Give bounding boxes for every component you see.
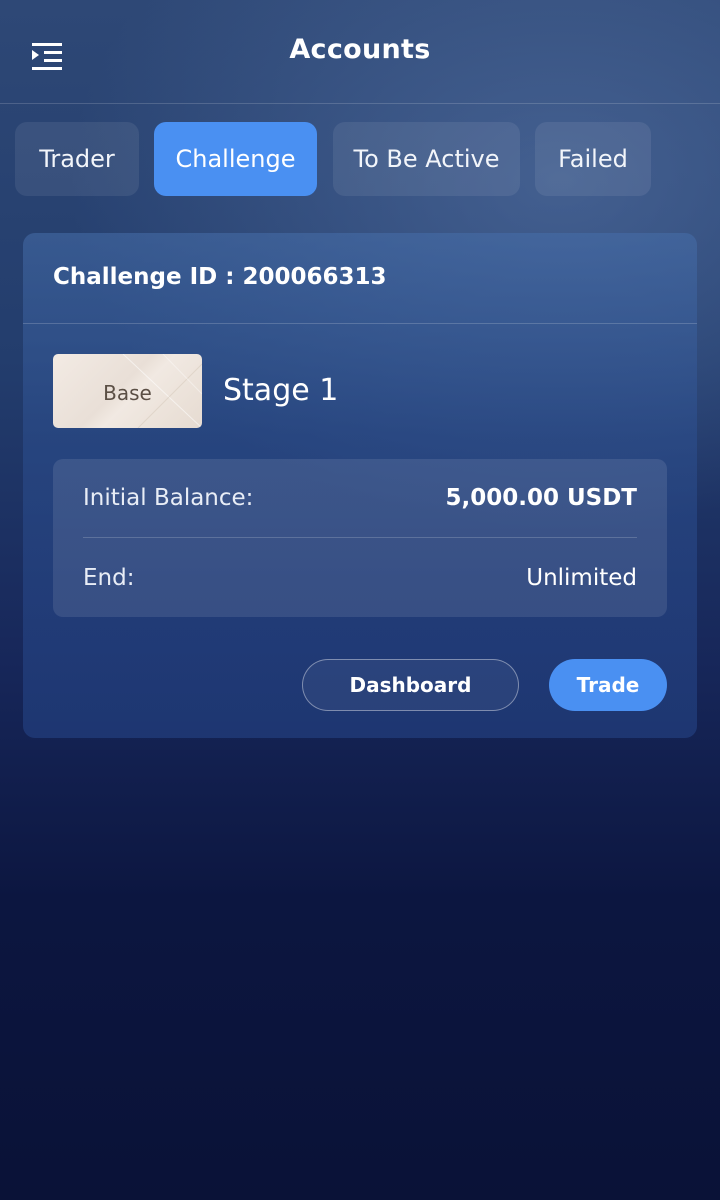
end-label: End: — [83, 564, 135, 591]
end-value: Unlimited — [526, 564, 637, 591]
tab-trader[interactable]: Trader — [15, 122, 139, 196]
info-row-end: End: Unlimited — [83, 538, 637, 617]
tab-to-be-active[interactable]: To Be Active — [333, 122, 520, 196]
challenge-id: Challenge ID : 200066313 — [53, 264, 387, 290]
dashboard-button[interactable]: Dashboard — [302, 659, 519, 711]
tab-challenge[interactable]: Challenge — [154, 122, 317, 196]
challenge-card: Challenge ID : 200066313 Base Stage 1 In… — [23, 233, 697, 738]
tab-failed[interactable]: Failed — [535, 122, 651, 196]
plan-badge: Base — [53, 354, 202, 428]
stage-label: Stage 1 — [223, 373, 339, 408]
initial-balance-value: 5,000.00 USDT — [445, 485, 637, 511]
account-info-box: Initial Balance: 5,000.00 USDT End: Unli… — [53, 459, 667, 617]
initial-balance-label: Initial Balance: — [83, 485, 254, 511]
trade-button[interactable]: Trade — [549, 659, 667, 711]
app-header: Accounts — [0, 0, 720, 104]
info-row-initial-balance: Initial Balance: 5,000.00 USDT — [83, 459, 637, 538]
page-title: Accounts — [289, 34, 431, 65]
card-header: Challenge ID : 200066313 — [23, 233, 697, 324]
badge-label: Base — [103, 381, 152, 405]
